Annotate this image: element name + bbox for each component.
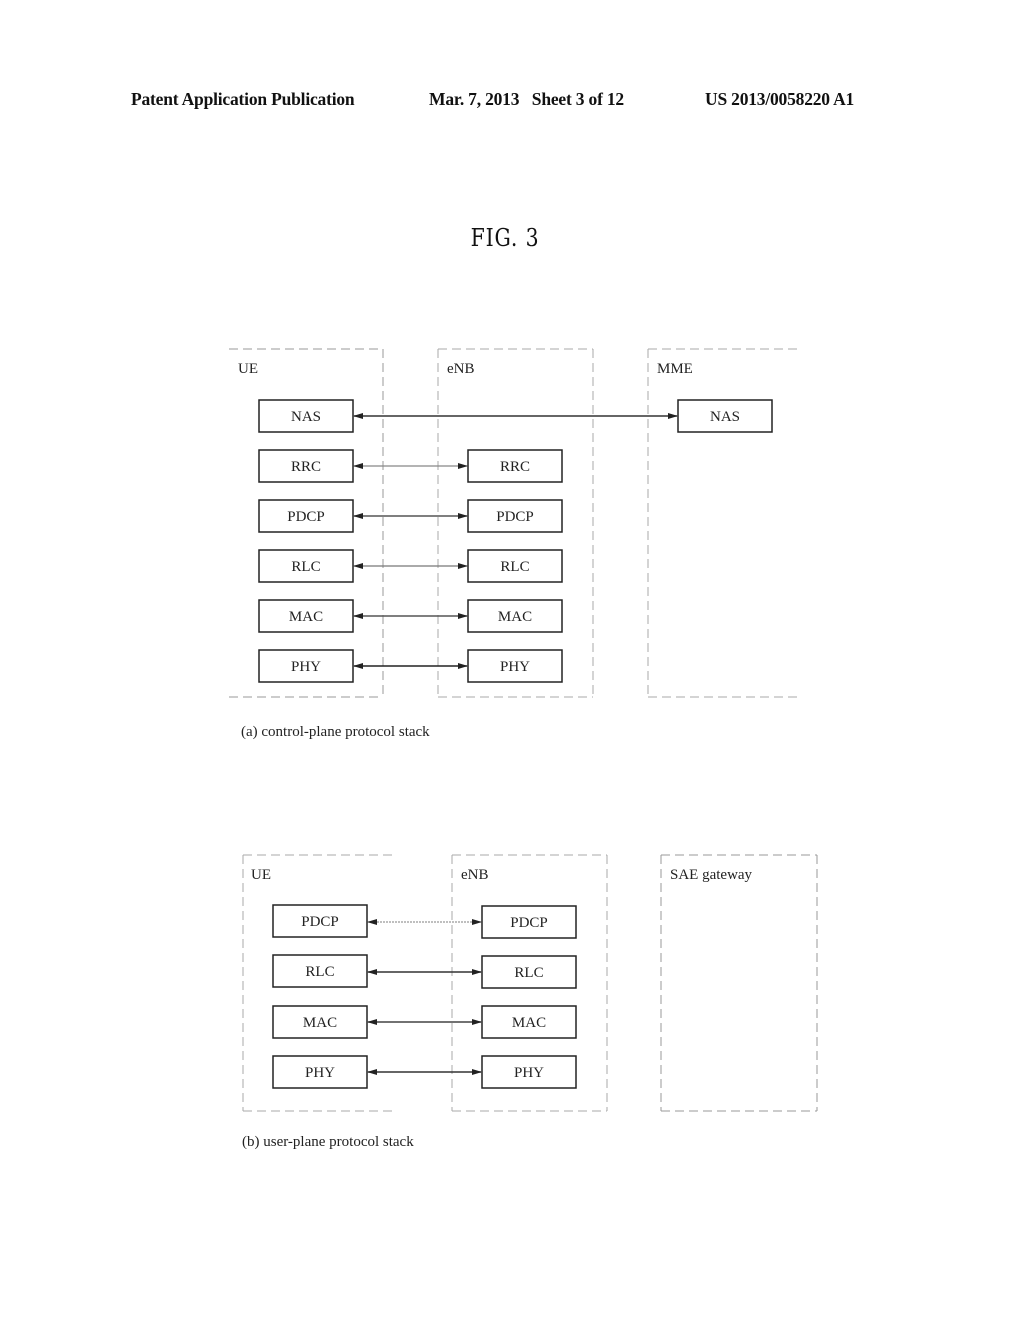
cp-enb-layer-rlc: RLC (467, 549, 563, 583)
up-enb-layer-pdcp: PDCP (481, 905, 577, 939)
svg-text:MAC: MAC (289, 609, 323, 625)
up-enb-layer-phy: PHY (481, 1055, 577, 1089)
up-ue-label: UE (251, 867, 271, 883)
svg-text:PDCP: PDCP (301, 914, 339, 930)
up-sae-gateway-region (660, 854, 818, 1112)
svg-text:MAC: MAC (498, 609, 532, 625)
up-ue-layer-pdcp: PDCP (272, 904, 368, 938)
up-ue-layer-phy: PHY (272, 1055, 368, 1089)
cp-ue-layer-phy: PHY (258, 649, 354, 683)
svg-text:RLC: RLC (514, 965, 543, 981)
svg-text:RRC: RRC (291, 459, 321, 475)
up-enb-label: eNB (461, 867, 489, 883)
cp-ue-layer-nas: NAS (258, 399, 354, 433)
up-enb-layer-mac: MAC (481, 1005, 577, 1039)
cp-ue-label: UE (238, 361, 258, 377)
svg-text:MAC: MAC (303, 1015, 337, 1031)
cp-ue-layer-rrc: RRC (258, 449, 354, 483)
svg-text:NAS: NAS (710, 409, 740, 425)
svg-text:MAC: MAC (512, 1015, 546, 1031)
cp-ue-stack: NAS RRC PDCP RLC MAC PHY (258, 399, 354, 683)
user-plane-diagram: UE eNB SAE gateway PDCP RLC MAC PHY PDCP… (242, 854, 818, 1150)
cp-ue-layer-pdcp: PDCP (258, 499, 354, 533)
svg-text:PDCP: PDCP (287, 509, 325, 525)
up-ue-layer-rlc: RLC (272, 954, 368, 988)
svg-text:RLC: RLC (500, 559, 529, 575)
svg-text:PHY: PHY (500, 659, 530, 675)
protocol-diagram: UE eNB MME NAS RRC PDCP RLC MAC PHY RRC … (229, 348, 818, 1150)
svg-text:PHY: PHY (291, 659, 321, 675)
cp-enb-layer-phy: PHY (467, 649, 563, 683)
svg-text:PHY: PHY (305, 1065, 335, 1081)
svg-text:RRC: RRC (500, 459, 530, 475)
up-enb-layer-rlc: RLC (481, 955, 577, 989)
cp-enb-layer-pdcp: PDCP (467, 499, 563, 533)
svg-text:PHY: PHY (514, 1065, 544, 1081)
up-sae-gateway-label: SAE gateway (670, 867, 753, 883)
up-ue-stack: PDCP RLC MAC PHY (272, 904, 368, 1089)
control-plane-diagram: UE eNB MME NAS RRC PDCP RLC MAC PHY RRC … (229, 348, 800, 740)
cp-mme-label: MME (657, 361, 693, 377)
cp-enb-layer-mac: MAC (467, 599, 563, 633)
cp-ue-layer-rlc: RLC (258, 549, 354, 583)
up-enb-stack: PDCP RLC MAC PHY (481, 905, 577, 1089)
up-ue-layer-mac: MAC (272, 1005, 368, 1039)
cp-enb-stack: RRC PDCP RLC MAC PHY (467, 449, 563, 683)
cp-enb-layer-rrc: RRC (467, 449, 563, 483)
cp-mme-layer-nas: NAS (677, 399, 773, 433)
svg-text:NAS: NAS (291, 409, 321, 425)
svg-text:RLC: RLC (305, 964, 334, 980)
up-caption: (b) user-plane protocol stack (242, 1134, 414, 1150)
svg-text:PDCP: PDCP (496, 509, 534, 525)
cp-ue-layer-mac: MAC (258, 599, 354, 633)
svg-text:PDCP: PDCP (510, 915, 548, 931)
svg-text:RLC: RLC (291, 559, 320, 575)
cp-enb-label: eNB (447, 361, 475, 377)
cp-caption: (a) control-plane protocol stack (241, 724, 430, 740)
